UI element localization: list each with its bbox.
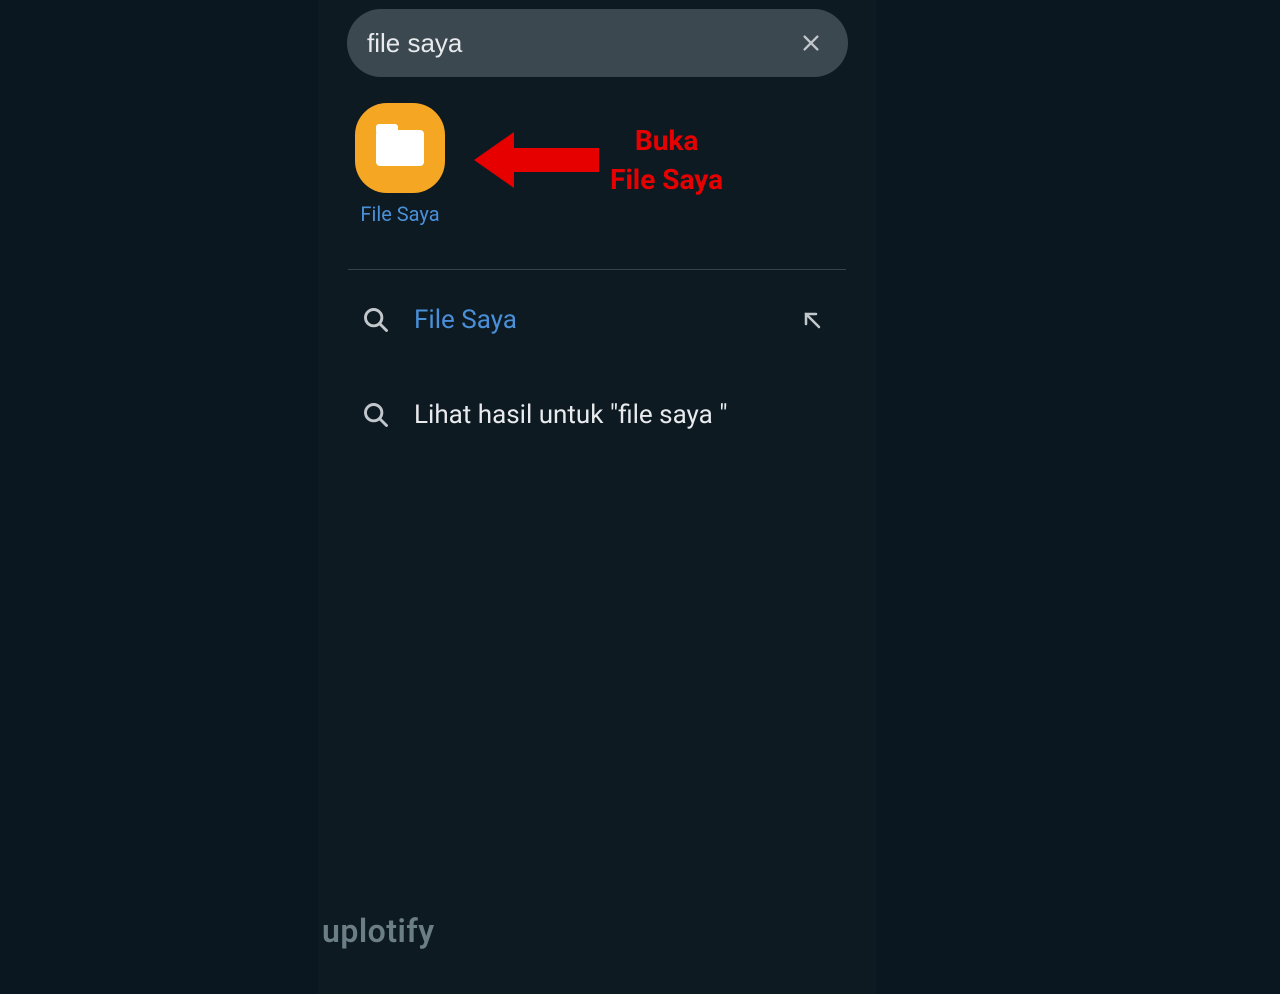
search-suggestion[interactable]: Lihat hasil untuk "file saya " [348, 400, 846, 430]
app-result-file-saya[interactable]: File Saya [355, 103, 445, 226]
search-bar[interactable] [347, 9, 848, 77]
close-icon [800, 32, 822, 54]
suggestion-text: Lihat hasil untuk "file saya " [414, 400, 846, 430]
annotation-text: Buka File Saya [610, 121, 723, 199]
divider [348, 269, 846, 270]
clear-search-button[interactable] [794, 26, 828, 60]
search-icon [362, 401, 390, 429]
app-label: File Saya [360, 202, 439, 226]
arrow-up-left-icon [800, 308, 824, 332]
file-manager-app-icon [355, 103, 445, 193]
search-suggestion[interactable]: File Saya [348, 305, 846, 335]
folder-icon [376, 130, 424, 166]
search-icon [362, 306, 390, 334]
suggestion-text: File Saya [414, 305, 800, 335]
insert-suggestion-button[interactable] [800, 308, 824, 332]
watermark: uplotify [322, 912, 435, 950]
search-input[interactable] [367, 28, 794, 59]
arrow-left-icon [464, 120, 604, 200]
tutorial-annotation: Buka File Saya [464, 120, 723, 200]
